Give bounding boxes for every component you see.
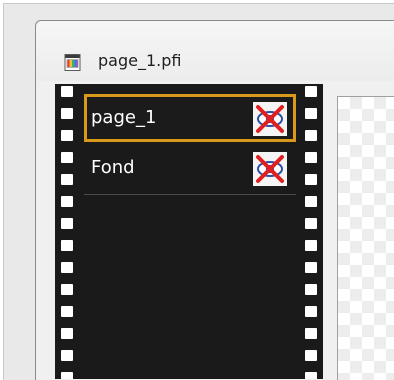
screenshot-frame: page_1.pfi page_1 Fond — [0, 0, 394, 380]
window-title: page_1.pfi — [98, 51, 182, 70]
page-list-divider — [84, 194, 296, 195]
page-item-label: page_1 — [91, 107, 157, 128]
pages-list: page_1 Fond — [84, 94, 296, 194]
page-item-fond[interactable]: Fond — [84, 144, 296, 192]
eye-hidden-icon[interactable] — [253, 152, 287, 186]
page-item-label: Fond — [91, 157, 135, 178]
window-titlebar[interactable]: page_1.pfi — [36, 21, 394, 81]
page-item-page-1[interactable]: page_1 — [84, 94, 296, 142]
page-filmstrip: page_1 Fond — [55, 84, 323, 379]
filmstrip-perforations-right — [299, 84, 323, 379]
canvas-area — [329, 84, 394, 380]
filmstrip-perforations-left — [55, 84, 79, 379]
eye-hidden-icon[interactable] — [253, 102, 287, 136]
transparent-canvas[interactable] — [337, 96, 394, 380]
document-image-icon — [64, 54, 81, 71]
